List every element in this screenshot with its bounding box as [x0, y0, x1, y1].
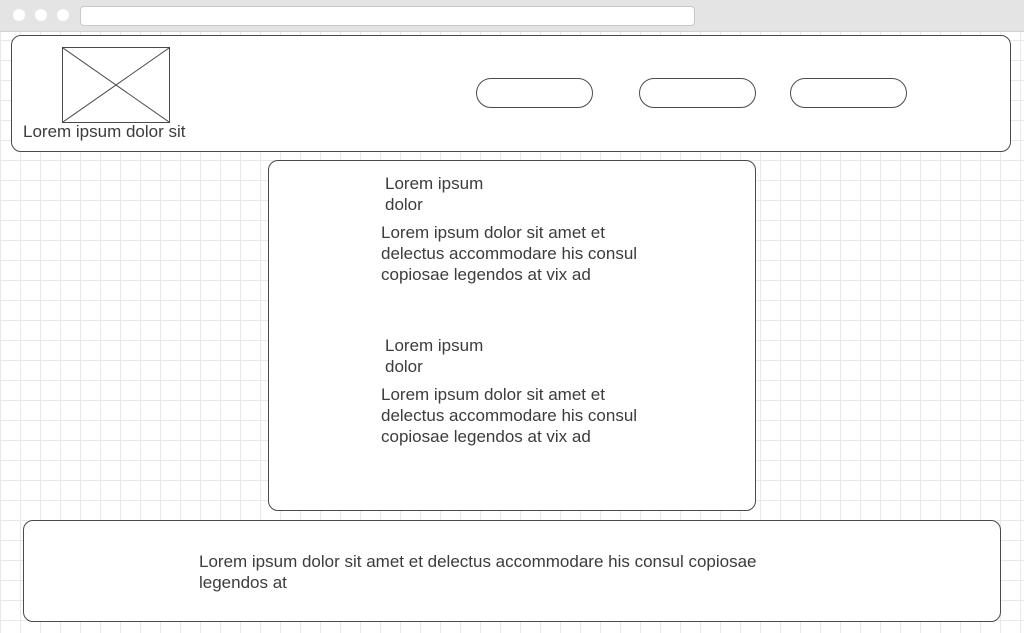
main-content: Lorem ipsum dolor Lorem ipsum dolor sit …: [268, 160, 756, 511]
address-bar[interactable]: [80, 6, 695, 26]
article-title-2: Lorem ipsum dolor: [385, 336, 484, 376]
window-maximize-dot[interactable]: [57, 9, 69, 21]
window-minimize-dot[interactable]: [35, 9, 47, 21]
image-placeholder-cross: [63, 48, 169, 122]
footer: Lorem ipsum dolor sit amet et delectus a…: [23, 520, 1001, 622]
window-close-dot[interactable]: [13, 9, 25, 21]
nav-button-2[interactable]: [639, 78, 756, 108]
header: Lorem ipsum dolor sit: [11, 35, 1011, 152]
article-body-2: Lorem ipsum dolor sit amet et delectus a…: [381, 385, 638, 446]
footer-text: Lorem ipsum dolor sit amet et delectus a…: [199, 552, 757, 592]
article-title-1: Lorem ipsum dolor: [385, 174, 484, 214]
nav-button-3[interactable]: [790, 78, 907, 108]
article-body-1: Lorem ipsum dolor sit amet et delectus a…: [381, 223, 638, 284]
browser-chrome: [0, 0, 1024, 32]
site-name: Lorem ipsum dolor sit: [23, 122, 186, 141]
image-placeholder-icon: [62, 47, 170, 123]
nav-button-1[interactable]: [476, 78, 593, 108]
